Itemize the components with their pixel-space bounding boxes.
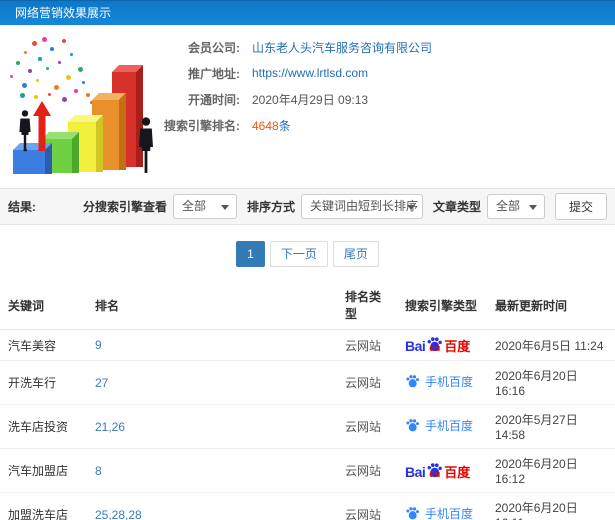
baidu-pc-logo: Bai du 百度 (405, 462, 471, 480)
rank-type-cell: 云网站 (337, 492, 397, 520)
baidu-pc-logo: Bai du 百度 (405, 336, 471, 354)
results-table-body: 汽车美容 9 云网站 Bai du 百度 2020年6月5日 11:24 开洗车行 27… (0, 329, 615, 520)
table-row: 洗车店投资 21,26 云网站 手机百度 2020年5月27日 14:58 (0, 404, 615, 449)
engine-cell: Bai du 百度 (397, 329, 487, 361)
header-updated: 最新更新时间 (487, 281, 615, 330)
info-row-rank-count: 搜索引擎排名: 4648条 (152, 112, 612, 138)
keyword-cell: 汽车加盟店 (0, 448, 87, 493)
member-info: 会员公司: 山东老人头汽车服务咨询有限公司 推广地址: https://www.… (152, 34, 612, 138)
next-page-button[interactable]: 下一页 (269, 241, 328, 267)
baidu-paw-icon (405, 506, 420, 520)
promo-url-link[interactable]: https://www.lrtlsd.com (252, 66, 368, 80)
rank-count-number: 4648 (252, 118, 279, 133)
chevron-down-icon (528, 205, 537, 210)
info-row-open-time: 开通时间: 2020年4月29日 09:13 (152, 86, 612, 112)
rank-cell[interactable]: 25,28,28 (87, 492, 337, 520)
baidu-mobile-logo: 手机百度 (405, 417, 473, 434)
rank-type-cell: 云网站 (337, 448, 397, 493)
article-type-label: 文章类型 (432, 200, 481, 214)
article-type-select[interactable]: 全部 (486, 194, 545, 219)
sort-select[interactable]: 关键词由短到长排序 (300, 194, 423, 219)
businessman-figure-right (136, 117, 156, 177)
open-time-value: 2020年4月29日 09:13 (252, 92, 369, 107)
baidu-paw-icon (405, 374, 420, 389)
updated-cell: 2020年6月20日 16:12 (487, 448, 615, 493)
result-label: 结果: (8, 200, 36, 214)
sort-label: 排序方式 (246, 200, 295, 214)
rank-count-value: 4648条 (252, 117, 291, 134)
baidu-mobile-logo: 手机百度 (405, 373, 473, 390)
rank-cell[interactable]: 8 (87, 448, 337, 493)
baidu-mobile-logo: 手机百度 (405, 505, 473, 520)
engine-filter-select[interactable]: 全部 (172, 194, 237, 219)
header-rank-type: 排名类型 (337, 281, 397, 330)
engine-cell: Bai du 百度 (397, 448, 487, 493)
rank-cell[interactable]: 9 (87, 329, 337, 361)
rank-cell[interactable]: 21,26 (87, 404, 337, 449)
keyword-cell: 洗车店投资 (0, 404, 87, 449)
page-1-button[interactable]: 1 (236, 241, 265, 267)
updated-cell: 2020年6月20日 16:11 (487, 492, 615, 520)
table-header-row: 关键词 排名 排名类型 搜索引擎类型 最新更新时间 (0, 281, 615, 330)
businessman-figure-left (17, 110, 33, 155)
engine-cell: 手机百度 (397, 404, 487, 449)
chevron-down-icon (220, 205, 229, 210)
engine-cell: 手机百度 (397, 360, 487, 405)
rank-type-cell: 云网站 (337, 360, 397, 405)
header-engine-type: 搜索引擎类型 (397, 281, 487, 330)
company-link[interactable]: 山东老人头汽车服务咨询有限公司 (252, 39, 432, 56)
baidu-paw-icon: du (426, 462, 443, 479)
table-row: 加盟洗车店25,28,28云网站 手机百度 2020年6月20日 16:11 (0, 492, 615, 520)
submit-button[interactable]: 提交 (554, 193, 607, 220)
updated-cell: 2020年6月5日 11:24 (487, 329, 615, 361)
promo-url-label: 推广地址: (188, 66, 240, 81)
table-row: 开洗车行 27 云网站 手机百度 2020年6月20日 16:16 (0, 360, 615, 405)
table-row: 汽车美容 9 云网站 Bai du 百度 2020年6月5日 11:24 (0, 329, 615, 361)
engine-cell: 手机百度 (397, 492, 487, 520)
rank-count-unit: 条 (278, 118, 291, 133)
marketing-report-page: 网络营销效果展示 会员公司: 山东老人头汽车服务咨询有限公司 推广地址: htt… (0, 0, 615, 520)
updated-cell: 2020年6月20日 16:16 (487, 360, 615, 405)
pagination: 1 下一页 尾页 (0, 241, 615, 267)
rank-cell[interactable]: 27 (87, 360, 337, 405)
engine-filter-label: 分搜索引擎查看 (82, 200, 167, 214)
company-label: 会员公司: (188, 40, 240, 55)
page-title: 网络营销效果展示 (15, 6, 112, 20)
keyword-cell: 开洗车行 (0, 360, 87, 405)
chevron-down-icon (406, 205, 415, 210)
header-rank: 排名 (87, 281, 337, 330)
growth-arrow-icon (33, 101, 51, 154)
last-page-button[interactable]: 尾页 (332, 241, 379, 267)
info-section: 会员公司: 山东老人头汽车服务咨询有限公司 推广地址: https://www.… (0, 25, 615, 188)
rank-type-cell: 云网站 (337, 329, 397, 361)
filter-bar: 结果: 分搜索引擎查看 全部 排序方式 关键词由短到长排序 文章类型 全部 提交 (0, 188, 615, 225)
keyword-cell: 加盟洗车店 (0, 492, 87, 520)
header-keyword: 关键词 (0, 281, 87, 330)
rank-count-label: 搜索引擎排名: (164, 118, 240, 133)
baidu-paw-icon (405, 418, 420, 433)
updated-cell: 2020年5月27日 14:58 (487, 404, 615, 449)
results-table: 关键词 排名 排名类型 搜索引擎类型 最新更新时间 汽车美容 9 云网站 Bai d… (0, 281, 615, 520)
page-header: 网络营销效果展示 (0, 0, 615, 25)
open-time-label: 开通时间: (188, 92, 240, 107)
rank-type-cell: 云网站 (337, 404, 397, 449)
info-row-url: 推广地址: https://www.lrtlsd.com (152, 60, 612, 86)
keyword-cell: 汽车美容 (0, 329, 87, 361)
table-row: 汽车加盟店 8 云网站 Bai du 百度 2020年6月20日 16:12 (0, 448, 615, 493)
info-row-company: 会员公司: 山东老人头汽车服务咨询有限公司 (152, 34, 612, 60)
baidu-paw-icon: du (426, 336, 443, 353)
